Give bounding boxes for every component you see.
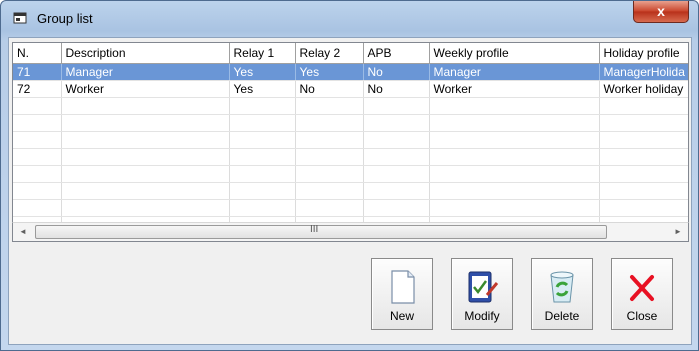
table-cell: Worker (429, 80, 600, 98)
delete-button[interactable]: Delete (531, 258, 593, 330)
red-x-icon (630, 275, 654, 301)
table-cell: No (363, 63, 430, 81)
new-button[interactable]: New (371, 258, 433, 330)
scroll-thumb[interactable]: III (35, 224, 607, 239)
empty-table-row (13, 148, 688, 166)
scroll-grip-icon: III (310, 224, 319, 235)
table-cell: 72 (13, 80, 62, 98)
close-button-label: Close (626, 309, 658, 323)
table-cell: ManagerHolida (599, 63, 688, 81)
column-header[interactable]: N. (13, 43, 62, 64)
table-row[interactable]: 71 Manager Yes Yes No Manager ManagerHolida (13, 63, 688, 81)
column-header[interactable]: Relay 1 (229, 43, 296, 64)
table-header-row: N. Description Relay 1 Relay 2 APB Weekly pro… (13, 43, 688, 64)
document-icon (391, 270, 415, 304)
empty-table-row (13, 97, 688, 115)
table-cell: Worker (61, 80, 230, 98)
column-header[interactable]: Relay 2 (295, 43, 364, 64)
table-cell: Manager (429, 63, 600, 81)
window-icon (13, 12, 27, 24)
modify-button[interactable]: Modify (451, 258, 513, 330)
table-row[interactable]: 72 Worker Yes No No Worker Worker holiday (13, 80, 688, 98)
column-header[interactable]: Description (61, 43, 230, 64)
client-area: N. Description Relay 1 Relay 2 APB Weekly pro… (8, 37, 692, 345)
horizontal-scrollbar[interactable]: ◄ III ► (12, 222, 689, 242)
title-bar[interactable]: Group list x (1, 1, 698, 37)
group-list-window: Group list x N. Description Relay 1 Relay 2… (0, 0, 699, 351)
modify-button-label: Modify (464, 309, 500, 323)
group-table[interactable]: N. Description Relay 1 Relay 2 APB Weekly pro… (12, 42, 689, 242)
column-header[interactable]: Holiday profile (599, 43, 688, 64)
close-button[interactable]: Close (611, 258, 673, 330)
column-header[interactable]: APB (363, 43, 430, 64)
empty-table-row (13, 165, 688, 183)
table-cell: Manager (61, 63, 230, 81)
window-close-button[interactable]: x (633, 1, 689, 23)
table-cell: 71 (13, 63, 62, 81)
window-title: Group list (37, 11, 93, 26)
column-header[interactable]: Weekly profile (429, 43, 600, 64)
table-cell: Worker holiday (599, 80, 688, 98)
table-cell: No (363, 80, 430, 98)
table-cell: Yes (229, 80, 296, 98)
empty-table-row (13, 182, 688, 200)
recycle-bin-icon (550, 271, 574, 303)
delete-button-label: Delete (544, 309, 580, 323)
empty-table-row (13, 199, 688, 217)
table-cell: Yes (229, 63, 296, 81)
empty-table-row (13, 114, 688, 132)
table-cell: No (295, 80, 364, 98)
clipboard-check-icon (468, 271, 499, 303)
scroll-left-icon[interactable]: ◄ (15, 225, 31, 239)
empty-table-row (13, 131, 688, 149)
scroll-right-icon[interactable]: ► (670, 225, 686, 239)
table-cell: Yes (295, 63, 364, 81)
new-button-label: New (389, 309, 414, 323)
